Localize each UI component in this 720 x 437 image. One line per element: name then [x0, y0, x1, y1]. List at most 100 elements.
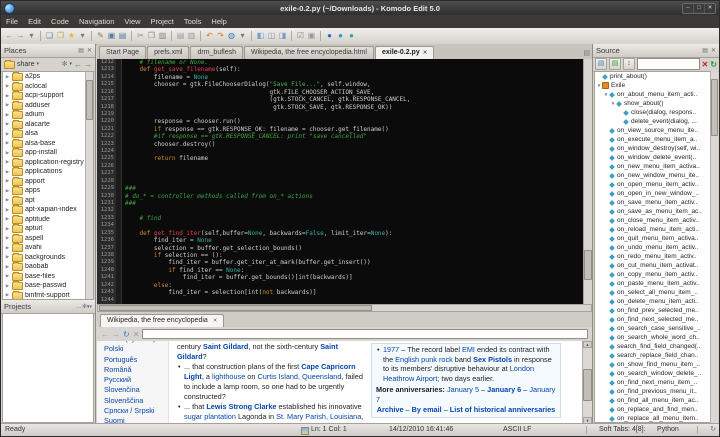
- source-tree-item[interactable]: on_paste_menu_item_activ..: [595, 279, 717, 288]
- places-menu-icon[interactable]: ▤: [78, 47, 84, 54]
- filter-clear-icon[interactable]: ✕: [702, 60, 709, 69]
- source-group-button[interactable]: ▤: [609, 58, 621, 70]
- browser-refresh-icon[interactable]: ↻: [123, 330, 130, 339]
- expander-icon[interactable]: ▶: [5, 178, 10, 184]
- source-locate-button[interactable]: ▤: [595, 58, 607, 70]
- wiki-link[interactable]: EMI: [462, 345, 475, 354]
- expander-icon[interactable]: ▶: [5, 264, 10, 270]
- source-tree-item[interactable]: on_open_in_new_window_..: [595, 189, 717, 198]
- places-gear-dropdown-icon[interactable]: ▾: [69, 61, 72, 67]
- check-syntax-icon[interactable]: ☑: [295, 30, 306, 42]
- places-item-applications[interactable]: ▶applications: [3, 167, 93, 177]
- places-item-apps[interactable]: ▶apps: [3, 186, 93, 196]
- wiki-link[interactable]: Saint Gildard: [203, 342, 248, 351]
- expander-icon[interactable]: ▶: [5, 102, 10, 108]
- source-tree-item[interactable]: on_new_menu_item_activa..: [595, 162, 717, 171]
- wiki-link[interactable]: Archive: [377, 405, 404, 414]
- source-tree-item[interactable]: on_find_prev_selected_me..: [595, 306, 717, 315]
- tab-prefs-xml[interactable]: prefs.xml: [147, 46, 189, 59]
- back-icon[interactable]: ←: [4, 30, 15, 42]
- menu-code[interactable]: Code: [46, 17, 74, 26]
- places-item-apt-xapian-index[interactable]: ▶apt-xapian-index: [3, 205, 93, 215]
- expander-icon[interactable]: ▶: [5, 131, 10, 137]
- expander-icon[interactable]: ▶: [5, 273, 10, 279]
- source-tree-item[interactable]: on_open_menu_item_activ..: [595, 180, 717, 189]
- expander-icon[interactable]: ▶: [5, 93, 10, 99]
- places-item-apt[interactable]: ▶apt: [3, 196, 93, 206]
- source-tree-item[interactable]: on_replace_all_menu_item..: [595, 414, 717, 423]
- language-link[interactable]: Português: [104, 355, 168, 365]
- tab-start-page[interactable]: Start Page: [99, 46, 146, 59]
- places-close-icon[interactable]: ✕: [87, 47, 92, 54]
- undo-icon[interactable]: ↶: [204, 30, 215, 42]
- menu-help[interactable]: Help: [206, 17, 231, 26]
- expander-icon[interactable]: ▶: [5, 159, 10, 165]
- tab-drm-buflesh[interactable]: drm_buflesh: [190, 46, 243, 59]
- wiki-link[interactable]: Sex Pistols: [473, 355, 512, 364]
- expander-icon[interactable]: ▶: [5, 216, 10, 222]
- places-item-alsa[interactable]: ▶alsa: [3, 129, 93, 139]
- source-tree-item[interactable]: on_view_source_menu_ite..: [595, 126, 717, 135]
- source-tree-item[interactable]: on_execute_menu_item_a..: [595, 135, 717, 144]
- expander-icon[interactable]: ▶: [5, 112, 10, 118]
- source-tree-item[interactable]: on_window_destroy(self, wi..: [595, 144, 717, 153]
- language-link[interactable]: Polski: [104, 344, 168, 354]
- source-tree-item[interactable]: on_replace_and_find_men..: [595, 405, 717, 414]
- preview-right-icon[interactable]: ◨: [277, 30, 288, 42]
- places-item-acpi-support[interactable]: ▶acpi-support: [3, 91, 93, 101]
- expander-icon[interactable]: ▶: [5, 226, 10, 232]
- places-item-aspell[interactable]: ▶aspell: [3, 234, 93, 244]
- favorites-icon[interactable]: ★: [66, 30, 77, 42]
- web-dropdown-icon[interactable]: ▾: [237, 30, 248, 42]
- wiki-link[interactable]: St. Mary Parish, Louisiana: [276, 412, 361, 421]
- editor-horizontal-scrollbar[interactable]: [97, 304, 592, 312]
- source-tree-item[interactable]: on_undo_menu_item_activ..: [595, 243, 717, 252]
- source-tree-item[interactable]: on_search_case_sensitive_..: [595, 324, 717, 333]
- source-tree-item[interactable]: on_save_as_menu_item_ac..: [595, 207, 717, 216]
- wiki-link[interactable]: sugar plantation: [184, 412, 236, 421]
- wiki-link[interactable]: English punk rock: [395, 355, 453, 364]
- source-sort-button[interactable]: ↕: [623, 58, 635, 70]
- source-tree-item[interactable]: on_redo_menu_item_activ..: [595, 252, 717, 261]
- preview-left-icon[interactable]: ◧: [255, 30, 266, 42]
- expander-icon[interactable]: ▶: [5, 169, 10, 175]
- source-scrollbar[interactable]: [710, 71, 718, 423]
- wiki-link[interactable]: January 5: [447, 385, 479, 394]
- language-link[interactable]: Српски / Srpski: [104, 406, 168, 416]
- web-icon[interactable]: ◍: [226, 30, 237, 42]
- language-link[interactable]: Slovenščina: [104, 396, 168, 406]
- browser-scrollbar[interactable]: ▲ ▼: [582, 341, 592, 424]
- places-scrollbar[interactable]: [85, 72, 93, 299]
- places-forward-button[interactable]: →: [84, 60, 92, 69]
- favorites-dropdown-icon[interactable]: ▾: [77, 30, 88, 42]
- current-folder-label[interactable]: share: [17, 61, 35, 68]
- preview-split-icon[interactable]: ◫: [266, 30, 277, 42]
- expander-icon[interactable]: ▶: [5, 292, 10, 298]
- status-soft-tabs[interactable]: Soft Tabs: 4[8]:: [599, 425, 646, 435]
- close-button[interactable]: ✕: [704, 4, 715, 13]
- expander-icon[interactable]: ▶: [5, 245, 10, 251]
- places-item-aptitude[interactable]: ▶aptitude: [3, 215, 93, 225]
- expander-icon[interactable]: ▶: [5, 150, 10, 156]
- wiki-link[interactable]: Curtis Island, Queensland: [257, 372, 341, 381]
- places-item-aclocal[interactable]: ▶aclocal: [3, 82, 93, 92]
- source-menu-icon[interactable]: ▤: [702, 47, 708, 54]
- expander-icon[interactable]: ▶: [5, 254, 10, 260]
- source-tree-item[interactable]: on_reload_menu_item_acti..: [595, 225, 717, 234]
- places-item-binfmt-support[interactable]: ▶binfmt-support: [3, 291, 93, 301]
- source-tree-item[interactable]: on_find_next_menu_item_..: [595, 378, 717, 387]
- places-gear-icon[interactable]: ✻: [62, 60, 68, 68]
- new-file-icon[interactable]: ❏: [44, 30, 55, 42]
- copy-icon[interactable]: ❐: [146, 30, 157, 42]
- places-item-alsa-base[interactable]: ▶alsa-base: [3, 139, 93, 149]
- maximize-button[interactable]: □: [693, 4, 704, 13]
- expander-icon[interactable]: ▶: [5, 235, 10, 241]
- source-tree-item[interactable]: on_copy_menu_item_activ..: [595, 270, 717, 279]
- places-item-base-passwd[interactable]: ▶base-passwd: [3, 281, 93, 291]
- status-cursor-position[interactable]: Ln: 1 Col: 1: [311, 425, 347, 435]
- folder-dropdown-icon[interactable]: ▾: [37, 61, 40, 67]
- open-file-icon[interactable]: ❐: [55, 30, 66, 42]
- source-tree-item[interactable]: on_save_menu_item_activ..: [595, 198, 717, 207]
- places-item-a2ps[interactable]: ▶a2ps: [3, 72, 93, 82]
- save-all-icon[interactable]: ▤: [117, 30, 128, 42]
